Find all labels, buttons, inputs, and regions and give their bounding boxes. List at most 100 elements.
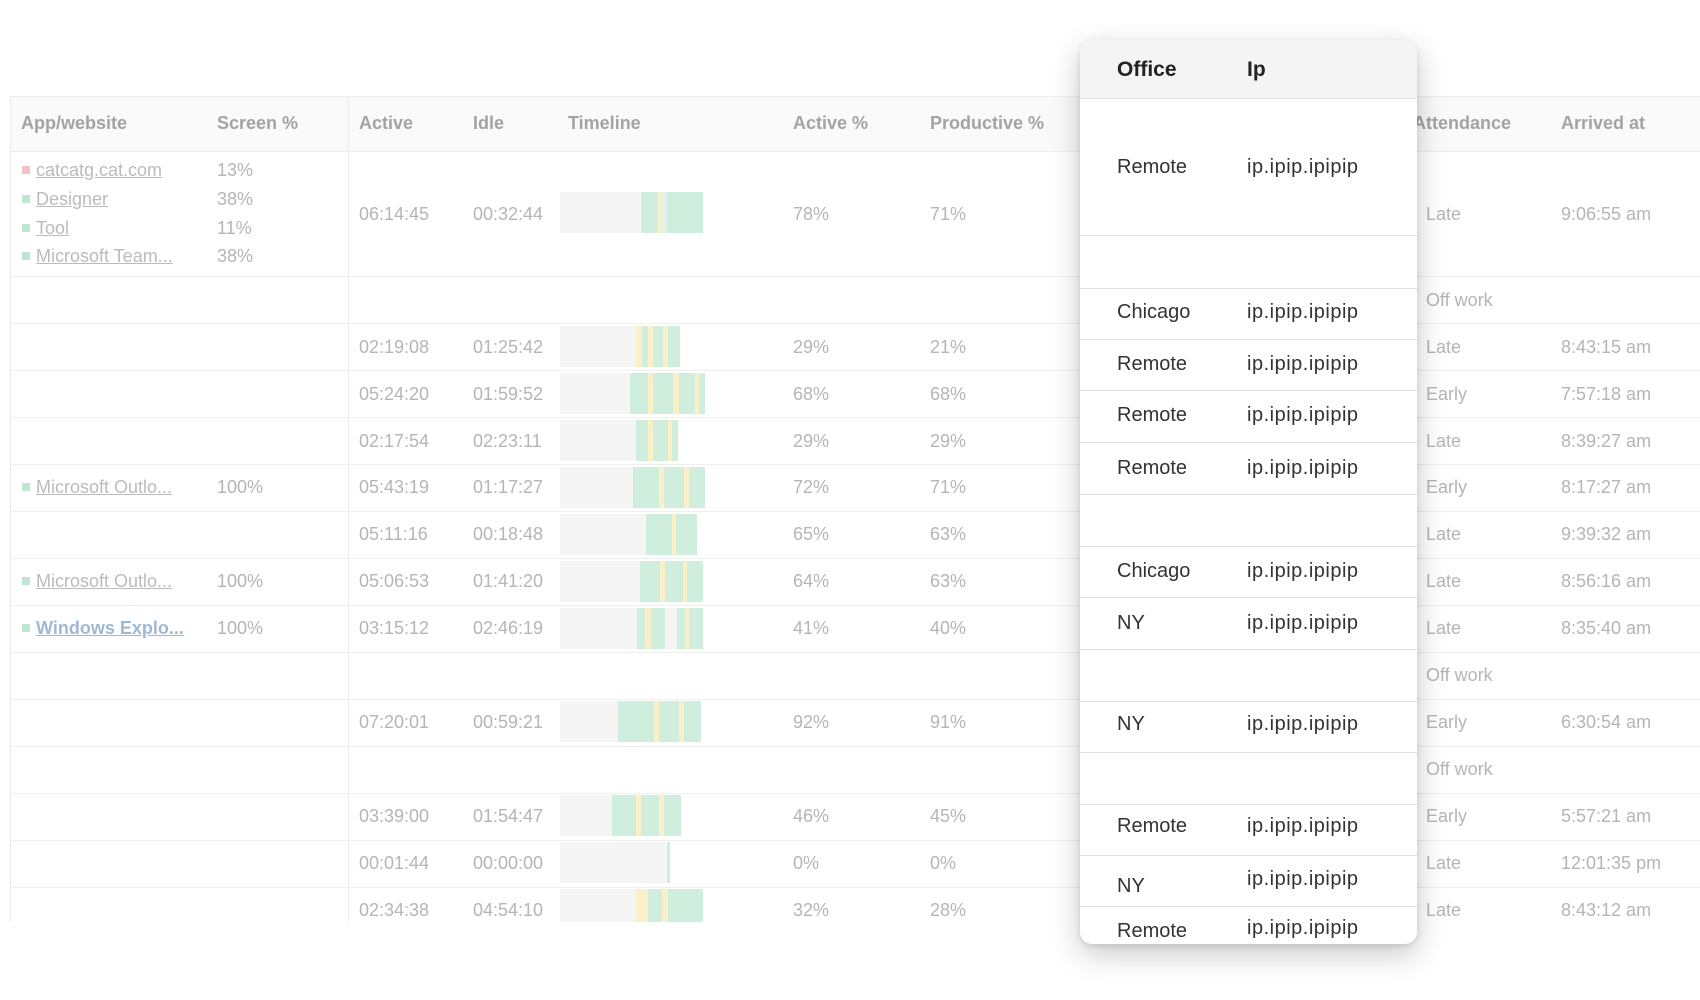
col-header-attendance[interactable]: Attendance [1413,113,1511,134]
idle-time: 01:25:42 [473,337,544,357]
popup-row-divider [1080,597,1417,598]
office-value: Remote [1117,404,1188,426]
idle-time: 00:32:44 [473,204,544,224]
col-header-idle[interactable]: Idle [473,113,504,134]
productive-pct: 40% [930,618,967,638]
timeline-bar[interactable] [560,561,703,602]
app-link[interactable]: catcatg.cat.com [36,160,162,180]
popup-row-divider [1080,288,1417,289]
idle-time: 01:54:47 [473,806,544,826]
timeline-bar[interactable] [560,889,703,922]
timeline-bar[interactable] [560,373,705,414]
timeline-bar[interactable] [560,420,680,461]
col-header-productive-pct[interactable]: Productive % [930,113,1044,134]
idle-time: 02:46:19 [473,618,544,638]
office-value: Remote [1117,457,1188,479]
screen-pct: 100% [217,571,264,591]
divider [10,96,11,922]
timeline-bar[interactable] [560,467,705,508]
idle-time: 01:59:52 [473,384,544,404]
ip-value: ip.ipip.ipipip [1247,612,1359,634]
productive-pct: 63% [930,571,967,591]
row-divider [10,558,1700,559]
popup-header: Office Ip [1080,40,1417,99]
ip-value: ip.ipip.ipipip [1247,713,1359,735]
active-pct: 29% [793,431,830,451]
timeline-bar[interactable] [560,514,697,555]
row-divider [10,417,1700,418]
office-value: Chicago [1117,560,1191,582]
popup-row-divider [1080,701,1417,702]
idle-time: 00:00:00 [473,853,544,873]
app-color-marker [22,224,30,232]
timeline-bar[interactable] [560,795,681,836]
row-divider [10,699,1700,700]
popup-row-divider [1080,494,1417,495]
office-value: Remote [1117,920,1188,942]
row-divider [10,887,1700,888]
productive-pct: 0% [930,853,957,873]
timeline-bar[interactable] [560,326,680,367]
screen-pct: 38% [217,246,254,266]
active-pct: 29% [793,337,830,357]
attendance-status: Late [1426,431,1462,451]
col-header-timeline[interactable]: Timeline [568,113,641,134]
office-value: NY [1117,612,1145,634]
arrived-at: 5:57:21 am [1561,806,1652,826]
timeline-bar[interactable] [560,608,703,649]
app-link[interactable]: Tool [36,218,69,238]
arrived-at: 6:30:54 am [1561,712,1652,732]
active-time: 07:20:01 [359,712,430,732]
attendance-status: Late [1426,900,1462,920]
arrived-at: 8:39:27 am [1561,431,1652,451]
timeline-bar[interactable] [560,701,701,742]
screen-pct: 11% [217,218,252,238]
app-link[interactable]: Windows Explo... [36,618,184,638]
active-time: 05:43:19 [359,477,430,497]
arrived-at: 9:06:55 am [1561,204,1652,224]
row-divider [10,464,1700,465]
app-link[interactable]: Microsoft Outlo... [36,571,172,591]
col-header-arrived[interactable]: Arrived at [1561,113,1645,134]
active-pct: 0% [793,853,820,873]
attendance-status: Early [1426,806,1468,826]
active-time: 02:19:08 [359,337,430,357]
active-time: 02:17:54 [359,431,430,451]
col-header-active-pct[interactable]: Active % [793,113,868,134]
active-time: 03:15:12 [359,618,430,638]
office-value: Remote [1117,156,1188,178]
attendance-status: Early [1426,477,1468,497]
row-divider [10,840,1700,841]
col-header-active[interactable]: Active [359,113,413,134]
active-time: 00:01:44 [359,853,430,873]
productive-pct: 45% [930,806,967,826]
office-value: NY [1117,713,1145,735]
productive-pct: 91% [930,712,967,732]
popup-row-divider [1080,546,1417,547]
col-header-screen[interactable]: Screen % [217,113,298,134]
active-pct: 41% [793,618,830,638]
timeline-bar[interactable] [560,842,670,883]
screen-pct: 13% [217,160,254,180]
col-header-app[interactable]: App/website [21,113,127,134]
productive-pct: 63% [930,524,967,544]
app-link[interactable]: Microsoft Team... [36,246,173,266]
app-color-marker [22,577,30,585]
popup-row-divider [1080,235,1417,236]
app-color-marker [22,483,30,491]
active-pct: 68% [793,384,830,404]
app-color-marker [22,252,30,260]
attendance-status: Early [1426,384,1468,404]
popup-row-divider [1080,442,1417,443]
app-link[interactable]: Microsoft Outlo... [36,477,172,497]
popup-row-divider [1080,804,1417,805]
app-link[interactable]: Designer [36,189,108,209]
report-table: App/website Screen % Active Idle Timelin… [0,0,1700,1000]
ip-value: ip.ipip.ipipip [1247,815,1359,837]
screen-pct: 100% [217,477,264,497]
timeline-bar[interactable] [560,192,703,233]
ip-value: ip.ipip.ipipip [1247,353,1359,375]
arrived-at: 8:43:15 am [1561,337,1652,357]
office-value: Remote [1117,815,1188,837]
productive-pct: 28% [930,900,967,920]
